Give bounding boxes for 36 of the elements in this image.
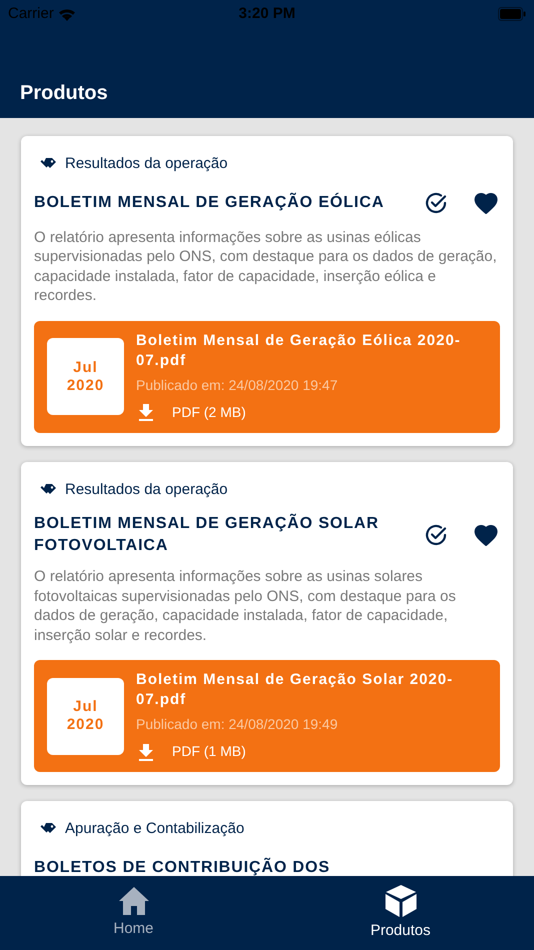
product-description: O relatório apresenta informações sobre as usinas solares fotovoltaicas supervisionadas pelo ONS, com destaque para os dados de geração, capacidade instalada, fator de capacidade, inserção solar e recordes. [34,567,457,645]
page-title: Produtos [20,81,108,106]
download-icon [138,742,154,760]
product-title: BOLETIM MENSAL DE GERAÇÃO SOLAR FOTOVOLTAICA [34,513,380,556]
download-link[interactable]: PDF (2 MB) [172,402,246,422]
published-date: Publicado em: 24/08/2020 19:47 [136,376,339,394]
file-name: Boletim Mensal de Geração Solar 2020-07.pdf [136,670,454,710]
check-circle-icon[interactable] [424,190,448,214]
home-icon [118,886,150,916]
date-year: 2020 [66,716,104,734]
tag-icon [39,482,57,497]
tab-bar-item[interactable]: Produtos [267,876,534,950]
product-title: BOLETOS DE CONTRIBUIÇÃO DOS [34,856,332,876]
file-card[interactable]: Jul 2020 Boletim Mensal de Geração Solar 2020-07.pdf Publicado em: 24/08/2020 19:49 PDF (1 MB) [34,660,500,772]
product-description: O relatório apresenta informações sobre as usinas eólicas supervisionadas pelo ONS, com destaque para os dados de geração, capacidade instalada, fator de capacidade, inserção eólica e recordes. [34,228,498,306]
wifi-icon [58,8,76,20]
battery-icon [498,7,526,21]
cube-icon [384,884,418,918]
download-link[interactable]: PDF (1 MB) [172,741,246,762]
heart-icon[interactable] [474,192,498,214]
date-month: Jul [73,358,98,376]
date-month: Jul [73,698,98,716]
category-label: Resultados da operação [65,154,228,174]
heart-icon[interactable] [474,524,498,546]
file-name: Boletim Mensal de Geração Eólica 2020-07.pdf [136,330,462,370]
check-circle-icon[interactable] [424,523,448,547]
file-card[interactable]: Jul 2020 Boletim Mensal de Geração Eólica 2020-07.pdf Publicado em: 24/08/2020 19:47 PDF (2 MB) [34,320,500,432]
tab-bar-item[interactable]: Home [0,876,267,950]
carrier-label: Carrier [8,4,54,24]
category-label: Resultados da operação [65,480,228,500]
date-year: 2020 [66,376,104,394]
download-icon [138,403,154,421]
published-date: Publicado em: 24/08/2020 19:49 [136,715,339,734]
category-label: Apuração e Contabilização [65,819,244,839]
product-title: BOLETIM MENSAL DE GERAÇÃO EÓLICA [34,192,386,212]
status-time: 3:20 PM [238,4,296,24]
